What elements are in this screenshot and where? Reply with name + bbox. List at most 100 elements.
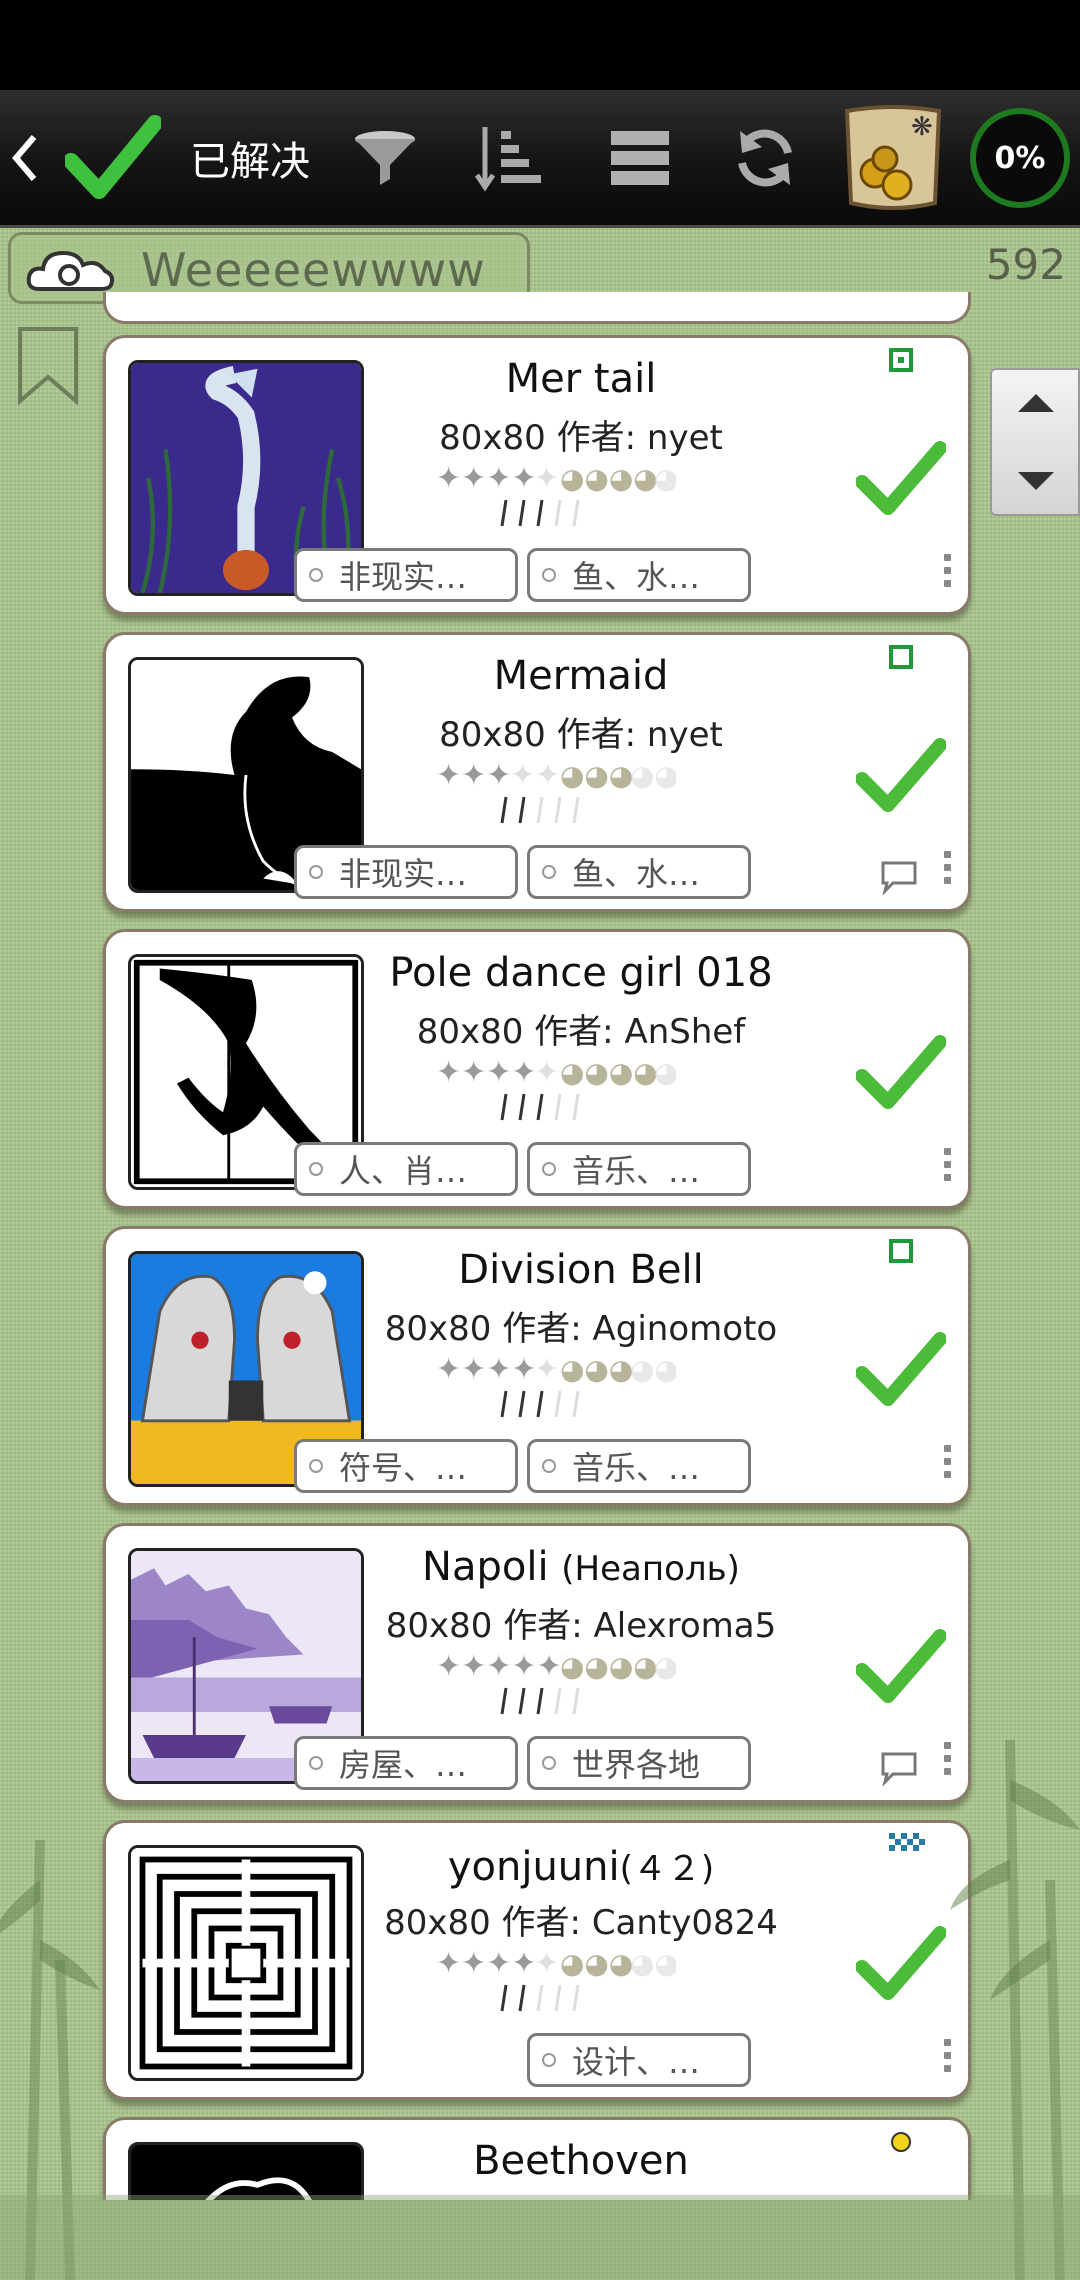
puzzle-card[interactable]: yonjuuni(４２) 80x80 作者: Canty0824 ✦✦✦✦ ✦ ◕… [103, 1820, 971, 2100]
fan-rating-icon: ◕◕◕◕◕ [560, 1056, 676, 1089]
knife-icons [500, 1687, 580, 1715]
svg-text:◕◕: ◕◕ [630, 1947, 676, 1980]
search-input[interactable]: Weeeeewwww [141, 243, 486, 297]
toolbar: 已解决 ❋ 0% [0, 90, 1080, 228]
puzzle-title: Division Bell [458, 1247, 704, 1293]
knife-icons [500, 499, 580, 527]
previous-card-edge [103, 292, 971, 324]
puzzle-card[interactable]: Napoli (Неаполь) 80x80 作者: Alexroma5 ✦✦✦… [103, 1523, 971, 1803]
knife-icons [500, 1390, 580, 1418]
rating-icons: ✦✦✦✦✦ ◕◕◕◕◕ [436, 1055, 676, 1121]
coins-shop-button[interactable]: ❋ [838, 90, 948, 225]
puzzle-meta: 80x80 作者: Alexroma5 [385, 1606, 777, 1646]
fan-rating-icon: ◕◕◕◕◕ [560, 1650, 676, 1683]
checker-marker-icon [889, 1833, 925, 1851]
solved-label[interactable]: 已解决 [180, 90, 320, 225]
svg-text:◕◕◕: ◕◕◕ [560, 1353, 633, 1386]
puzzle-meta: 80x80 作者: Aginomoto [384, 1309, 778, 1349]
tag-chip[interactable]: 人、肖… [294, 1142, 518, 1196]
progress-marker-icon [889, 645, 913, 669]
list-clip: Beethoven [0, 2117, 1080, 2200]
solved-check-icon [856, 1035, 946, 1109]
tag-chip[interactable]: 房屋、… [294, 1736, 518, 1790]
sort-button[interactable] [470, 90, 550, 225]
puzzle-meta: 80x80 作者: nyet [439, 715, 723, 755]
more-menu-button[interactable] [944, 2039, 952, 2078]
chevron-left-icon [12, 134, 37, 181]
puzzle-title: Pole dance girl 018 [389, 950, 773, 996]
sort-icon [475, 126, 541, 192]
tag-chip[interactable]: 鱼、水… [527, 548, 751, 602]
svg-text:◕◕◕◕: ◕◕◕◕ [560, 1650, 658, 1683]
puzzle-meta: 80x80 作者: nyet [439, 418, 723, 458]
svg-text:◕◕: ◕◕ [630, 759, 676, 792]
svg-text:✦✦✦✦: ✦✦✦✦ [436, 1352, 537, 1387]
more-menu-button[interactable] [944, 1148, 952, 1187]
back-button[interactable] [0, 90, 50, 225]
solved-check-icon [856, 738, 946, 812]
puzzle-title: Mer tail [505, 356, 657, 402]
list-view-button[interactable] [600, 90, 680, 225]
bookmark-icon[interactable] [16, 325, 80, 405]
puzzle-card[interactable]: Beethoven [103, 2117, 971, 2200]
more-menu-button[interactable] [944, 1445, 952, 1484]
tag-chip[interactable]: 世界各地 [527, 1736, 751, 1790]
svg-text:✦✦: ✦✦ [510, 758, 560, 793]
difficulty-stars-icon: ✦✦✦✦✦ [436, 1352, 559, 1387]
svg-text:✦: ✦ [534, 1946, 559, 1981]
svg-text:✦✦✦✦✦: ✦✦✦✦✦ [436, 1649, 562, 1684]
puzzle-card[interactable]: Division Bell 80x80 作者: Aginomoto ✦✦✦✦ ✦ … [103, 1226, 971, 1506]
refresh-icon [738, 129, 792, 186]
funnel-icon [355, 130, 415, 185]
puzzle-card[interactable]: Mermaid 80x80 作者: nyet ✦✦✦ ✦✦ ◕◕◕ ◕◕ 非现实… … [103, 632, 971, 912]
svg-text:✦✦✦✦: ✦✦✦✦ [436, 461, 537, 496]
tag-chip[interactable]: 非现实… [294, 845, 518, 899]
comment-icon[interactable] [879, 1750, 919, 1786]
svg-text:✦: ✦ [534, 461, 559, 496]
fan-rating-icon: ◕◕◕◕◕ [560, 759, 676, 792]
menu-lines-icon [611, 130, 669, 185]
scroll-up-button[interactable] [1016, 390, 1056, 414]
solved-check-icon [856, 1926, 946, 2000]
puzzle-title: Mermaid [493, 653, 669, 699]
solved-filter-toggle[interactable] [58, 90, 168, 225]
fan-rating-icon: ◕◕◕◕◕ [560, 462, 676, 495]
knife-icons [500, 1984, 580, 2012]
difficulty-stars-icon: ✦✦✦✦✦ [436, 461, 559, 496]
refresh-button[interactable] [725, 90, 805, 225]
solved-check-icon [856, 441, 946, 515]
puzzle-meta: 80x80 作者: Canty0824 [384, 1903, 778, 1943]
puzzle-card[interactable]: Mer tail 80x80 作者: nyet ✦✦✦✦ ✦ ◕◕◕◕ ◕ 非现实…… [103, 335, 971, 615]
rating-icons: ✦✦✦✦✦ ◕◕◕◕◕ [436, 1946, 676, 2012]
rating-icons: ✦✦✦✦✦ ◕◕◕◕◕ [436, 461, 676, 527]
tag-chip[interactable]: 音乐、… [527, 1439, 751, 1493]
scroll-down-button[interactable] [1016, 470, 1056, 494]
difficulty-stars-icon: ✦✦✦✦✦ [436, 1649, 562, 1684]
svg-text:✦: ✦ [534, 1352, 559, 1387]
svg-text:◕◕◕◕: ◕◕◕◕ [560, 462, 658, 495]
svg-text:✦✦✦✦: ✦✦✦✦ [436, 1055, 537, 1090]
svg-text:◕◕◕: ◕◕◕ [560, 759, 633, 792]
tag-chip[interactable]: 设计、… [527, 2033, 751, 2087]
more-menu-button[interactable] [944, 1742, 952, 1781]
treasure-map-icon: ❋ [844, 104, 942, 210]
difficulty-stars-icon: ✦✦✦✦✦ [436, 758, 560, 793]
tag-chip[interactable]: 鱼、水… [527, 845, 751, 899]
puzzle-title: yonjuuni(４２) [447, 1844, 715, 1890]
knife-icons [500, 1093, 580, 1121]
more-menu-button[interactable] [944, 554, 952, 593]
comment-icon[interactable] [879, 859, 919, 895]
fan-rating-icon: ◕◕◕◕◕ [560, 1353, 676, 1386]
svg-text:◕: ◕ [654, 1056, 676, 1089]
more-menu-button[interactable] [944, 851, 952, 890]
status-dot-icon [891, 2132, 911, 2152]
difficulty-stars-icon: ✦✦✦✦✦ [436, 1055, 559, 1090]
puzzle-card[interactable]: Pole dance girl 018 80x80 作者: AnShef ✦✦✦… [103, 929, 971, 1209]
tag-chip[interactable]: 符号、… [294, 1439, 518, 1493]
filter-button[interactable] [345, 90, 425, 225]
rating-icons: ✦✦✦✦✦ ◕◕◕◕◕ [436, 758, 676, 824]
tag-chip[interactable]: 音乐、… [527, 1142, 751, 1196]
tag-chip[interactable]: 非现实… [294, 548, 518, 602]
puzzle-title: Napoli (Неаполь) [422, 1544, 740, 1590]
result-count: 592 [985, 240, 1066, 289]
